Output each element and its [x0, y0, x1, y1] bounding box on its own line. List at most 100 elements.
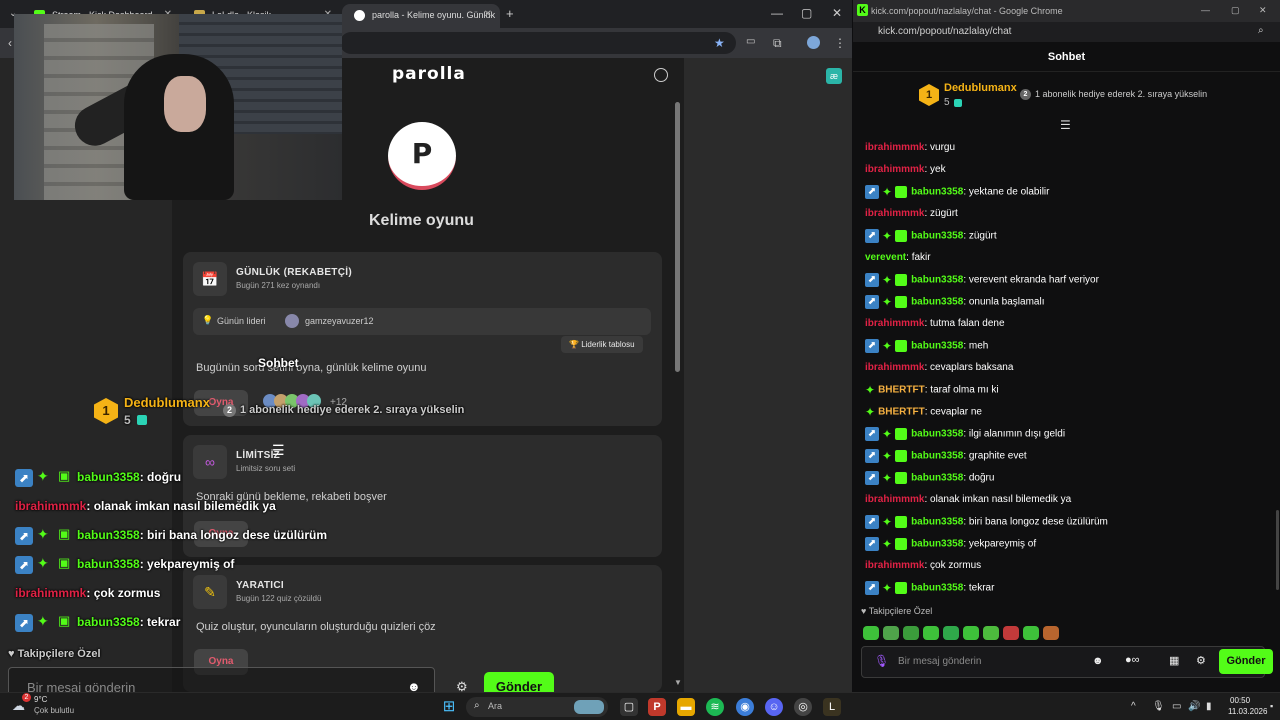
- sparkle-badge-icon: ✦: [882, 229, 893, 243]
- daily-card[interactable]: 📅 GÜNLÜK (REKABETÇİ) Bugün 271 kez oynan…: [183, 252, 662, 426]
- daily-leader-row[interactable]: 💡 Günün lideri gamzeyavuzer12: [193, 308, 651, 335]
- file-explorer-icon[interactable]: ▬: [677, 698, 695, 716]
- popout-url: kick.com/popout/nazlalay/chat: [878, 26, 1012, 37]
- emote-icon[interactable]: [903, 626, 919, 640]
- app-icon[interactable]: ◎: [794, 698, 812, 716]
- taskbar-search[interactable]: ⌕ Ara: [466, 697, 608, 717]
- weather-temp: 9°C: [34, 695, 48, 704]
- menu-dots-icon[interactable]: ⋮: [834, 36, 846, 50]
- clock-date[interactable]: 11.03.2026: [1228, 707, 1267, 716]
- back-icon[interactable]: ‹: [8, 36, 12, 50]
- tab-parolla[interactable]: parolla - Kelime oyunu. Günlük ✕: [342, 4, 500, 28]
- zoom-search-icon[interactable]: ⌕: [1258, 25, 1264, 36]
- card-description: Quiz oluştur, oyuncuların oluşturduğu qu…: [196, 621, 436, 633]
- network-icon[interactable]: ▭: [1172, 701, 1181, 712]
- volume-icon[interactable]: 🔊: [1188, 701, 1200, 712]
- popout-url-bar[interactable]: kick.com/popout/nazlalay/chat ⌕: [853, 22, 1280, 42]
- profile-avatar[interactable]: [807, 36, 820, 49]
- chrome-icon[interactable]: ◉: [736, 698, 754, 716]
- emote-icon[interactable]: [883, 626, 899, 640]
- scroll-down-arrow-icon[interactable]: ▼: [674, 678, 682, 687]
- gift-badge-icon: [895, 582, 908, 594]
- search-label: Ara: [488, 701, 503, 711]
- league-client-icon[interactable]: L: [823, 698, 841, 716]
- kick-logo-icon: K: [857, 4, 868, 16]
- emote-icon[interactable]: [1043, 626, 1059, 640]
- overlay-message-input[interactable]: Bir mesaj gönderin ☻: [8, 667, 435, 692]
- emote-icon[interactable]: [863, 626, 879, 640]
- gift-badge-icon: [895, 340, 908, 352]
- gift-shop-icon[interactable]: ▦: [1169, 654, 1179, 667]
- parolla-favicon-icon: [354, 10, 365, 21]
- overlay-input-placeholder: Bir mesaj gönderin: [27, 680, 136, 692]
- task-view-icon[interactable]: ▢: [620, 698, 638, 716]
- parolla-logo[interactable]: parolla: [392, 64, 466, 84]
- emote-icon[interactable]: [963, 626, 979, 640]
- emote-icon[interactable]: [1023, 626, 1039, 640]
- emoji-icon[interactable]: ☻: [1092, 655, 1104, 667]
- overlay-badge-icon: ⬈: [15, 527, 33, 545]
- translate-extension-icon[interactable]: æ: [826, 68, 842, 84]
- top-gifter-count: 5: [944, 97, 950, 108]
- overlay-chat-header: Sohbet: [258, 356, 299, 370]
- lightbulb-icon: 💡: [202, 315, 214, 325]
- close-tab-icon[interactable]: ✕: [484, 9, 492, 20]
- minimize-button[interactable]: —: [771, 6, 783, 20]
- emote-icon[interactable]: [1003, 626, 1019, 640]
- translate-icon[interactable]: ▭: [746, 36, 755, 47]
- overlay-message: ibrahimmmk: çok zormus: [15, 586, 161, 600]
- chat-message: ibrahimmmk: olanak imkan nasıl bilemedik…: [865, 494, 1072, 505]
- chat-message: ⬈ ✦ babun3358: biri bana longoz dese üzülü…: [865, 514, 1108, 530]
- scrollbar-thumb[interactable]: [675, 102, 680, 372]
- moderator-badge-icon: ⬈: [865, 229, 879, 243]
- parolla-app-icon[interactable]: P: [648, 698, 666, 716]
- url-input[interactable]: [340, 32, 736, 54]
- spotify-icon[interactable]: ≋: [706, 698, 724, 716]
- moderator-badge-icon: ⬈: [865, 537, 879, 551]
- clock-time[interactable]: 00:50: [1230, 696, 1250, 705]
- gift-badge-icon: [895, 538, 908, 550]
- user-account-icon[interactable]: [654, 68, 668, 82]
- overlay-gift-icon: [137, 415, 147, 425]
- overlay-gift-badge-icon: ▣: [58, 613, 71, 628]
- sparkle-badge-icon: ✦: [882, 449, 893, 463]
- overlay-gift-badge-icon: ▣: [58, 468, 71, 483]
- gift-badge-icon: [895, 230, 908, 242]
- emote-icon[interactable]: [943, 626, 959, 640]
- maximize-button[interactable]: ▢: [1231, 5, 1240, 16]
- overlay-gift-badge-icon: ▣: [58, 526, 71, 541]
- discord-icon[interactable]: ☺: [765, 698, 783, 716]
- extensions-icon[interactable]: ⧉: [773, 36, 782, 51]
- overlay-message: ibrahimmmk: olanak imkan nasıl bilemedik…: [15, 499, 276, 513]
- bookmark-star-icon[interactable]: ★: [714, 36, 725, 50]
- minimize-button[interactable]: —: [1201, 5, 1210, 15]
- emote-icon[interactable]: [983, 626, 999, 640]
- leaderboard-button[interactable]: 🏆 Liderlik tablosu: [561, 336, 643, 353]
- leader-name[interactable]: gamzeyavuzer12: [305, 316, 374, 326]
- points-icon[interactable]: ●∞: [1125, 654, 1140, 666]
- send-button[interactable]: Gönder: [1219, 649, 1273, 674]
- tray-overflow-icon[interactable]: ^: [1131, 701, 1136, 712]
- overlay-message: babun3358: biri bana longoz dese üzülürü…: [77, 528, 328, 542]
- microphone-tray-icon[interactable]: 🎙: [1152, 701, 1165, 712]
- overlay-badge-icon: ⬈: [15, 556, 33, 574]
- battery-icon[interactable]: ▮: [1206, 701, 1212, 712]
- gift-prompt[interactable]: 1 abonelik hediye ederek 2. sıraya yükse…: [1035, 89, 1207, 99]
- microphone-icon[interactable]: 🎙: [874, 654, 889, 668]
- top-gifter-name[interactable]: Dedublumanx: [944, 82, 1017, 94]
- overlay-settings-gear-icon[interactable]: ⚙: [456, 679, 468, 692]
- close-window-button[interactable]: ✕: [832, 6, 842, 20]
- notification-icon[interactable]: ▪: [1270, 701, 1273, 711]
- new-tab-button[interactable]: +: [506, 6, 514, 21]
- overlay-send-button[interactable]: Gönder: [484, 672, 554, 692]
- chat-scroll-filter-icon[interactable]: ☰: [1060, 118, 1071, 132]
- emote-icon[interactable]: [923, 626, 939, 640]
- chat-scrollbar[interactable]: [1276, 510, 1279, 590]
- emoji-icon[interactable]: ☻: [407, 679, 421, 692]
- maximize-button[interactable]: ▢: [801, 6, 812, 20]
- close-window-button[interactable]: ✕: [1259, 5, 1267, 16]
- chat-settings-gear-icon[interactable]: ⚙: [1196, 654, 1206, 667]
- start-menu-icon[interactable]: ⊞: [440, 698, 458, 716]
- weather-desc: Çok bulutlu: [34, 706, 75, 715]
- chat-message: ⬈ ✦ babun3358: graphite evet: [865, 448, 1027, 464]
